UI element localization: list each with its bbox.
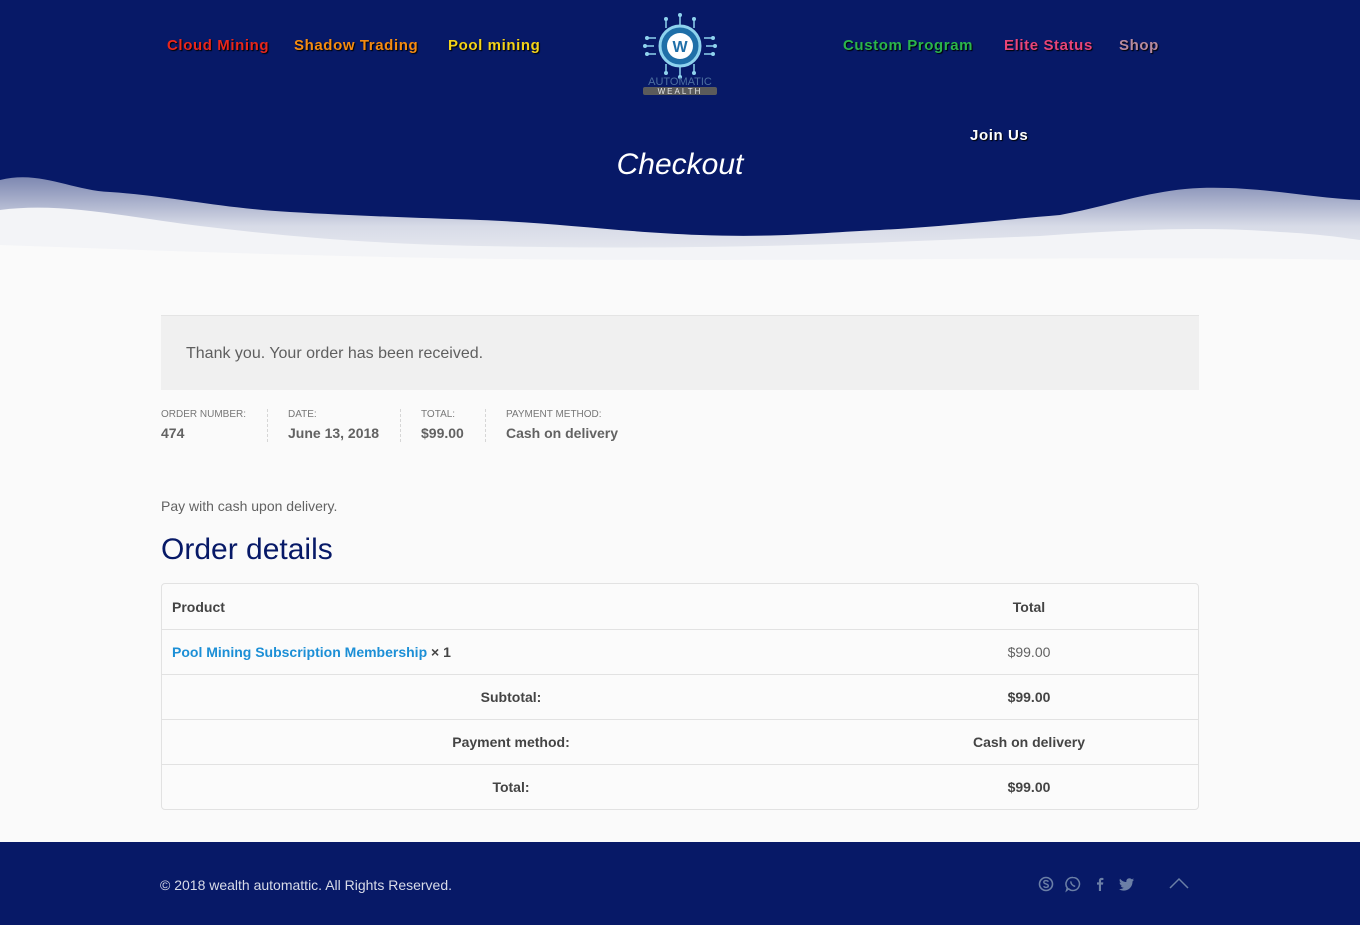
logo-mark-icon: W AUTOMATIC WEALTH	[643, 13, 717, 96]
nav-custom-program[interactable]: Custom Program	[843, 37, 973, 54]
column-header-product: Product	[172, 598, 225, 615]
skype-icon[interactable]	[1037, 875, 1055, 893]
order-overview: Order number: 474 Date: June 13, 2018 To…	[161, 409, 646, 442]
overview-date: Date: June 13, 2018	[267, 409, 400, 442]
column-header-total: Total	[1012, 598, 1046, 615]
overview-value: June 13, 2018	[288, 425, 380, 441]
overview-label: Order number:	[161, 409, 247, 420]
payment-instructions: Pay with cash upon delivery.	[161, 498, 338, 514]
nav-cloud-mining[interactable]: Cloud Mining	[167, 37, 269, 54]
overview-label: Total:	[421, 409, 456, 420]
overview-label: Payment method:	[506, 409, 602, 420]
notice-text: Thank you. Your order has been received.	[186, 345, 484, 362]
nav-shadow-trading[interactable]: Shadow Trading	[294, 37, 418, 54]
site-footer: © 2018 wealth automattic. All Rights Res…	[0, 842, 1360, 925]
site-header: Cloud Mining Shadow Trading Pool mining …	[0, 0, 1360, 285]
subtotal-value: $99.00	[860, 674, 1198, 719]
page-title: Checkout	[616, 148, 744, 181]
site-logo[interactable]: W AUTOMATIC WEALTH	[640, 12, 720, 96]
nav-pool-mining[interactable]: Pool mining	[448, 37, 540, 54]
payment-method-label: Payment method:	[162, 719, 860, 764]
whatsapp-icon[interactable]	[1064, 875, 1082, 893]
copyright-text: © 2018 wealth automattic. All Rights Res…	[160, 877, 453, 893]
overview-value: Cash on delivery	[506, 425, 619, 441]
subtotal-label: Subtotal:	[162, 674, 860, 719]
total-label: Total:	[162, 764, 860, 809]
nav-elite-status[interactable]: Elite Status	[1004, 37, 1093, 54]
table-row: Total: $99.00	[162, 764, 1198, 809]
nav-shop[interactable]: Shop	[1119, 37, 1159, 54]
overview-total: Total: $99.00	[400, 409, 485, 442]
payment-method-value: Cash on delivery	[860, 719, 1198, 764]
total-value: $99.00	[860, 764, 1198, 809]
facebook-icon[interactable]	[1091, 875, 1109, 893]
order-details-heading: Order details	[161, 533, 333, 566]
table-header-row: Product Total	[162, 584, 1198, 629]
overview-payment-method: Payment method: Cash on delivery	[485, 409, 646, 442]
table-row: Payment method: Cash on delivery	[162, 719, 1198, 764]
product-link[interactable]: Pool Mining Subscription Membership	[172, 644, 427, 660]
svg-text:WEALTH: WEALTH	[658, 87, 703, 96]
twitter-icon[interactable]	[1118, 875, 1136, 893]
overview-order-number: Order number: 474	[161, 409, 267, 442]
product-quantity: × 1	[431, 644, 451, 660]
table-row: Pool Mining Subscription Membership × 1 …	[162, 629, 1198, 674]
overview-value: 474	[161, 425, 185, 441]
chevron-up-icon[interactable]	[1168, 875, 1190, 891]
order-details-table: Product Total Pool Mining Subscription M…	[161, 583, 1199, 810]
product-cell: Pool Mining Subscription Membership × 1	[162, 629, 860, 674]
table-row: Subtotal: $99.00	[162, 674, 1198, 719]
nav-join-us[interactable]: Join Us	[970, 127, 1028, 144]
product-total: $99.00	[860, 629, 1198, 674]
overview-label: Date:	[288, 409, 317, 420]
overview-value: $99.00	[421, 425, 464, 441]
svg-text:W: W	[672, 39, 688, 56]
order-received-notice: Thank you. Your order has been received.	[161, 315, 1199, 390]
